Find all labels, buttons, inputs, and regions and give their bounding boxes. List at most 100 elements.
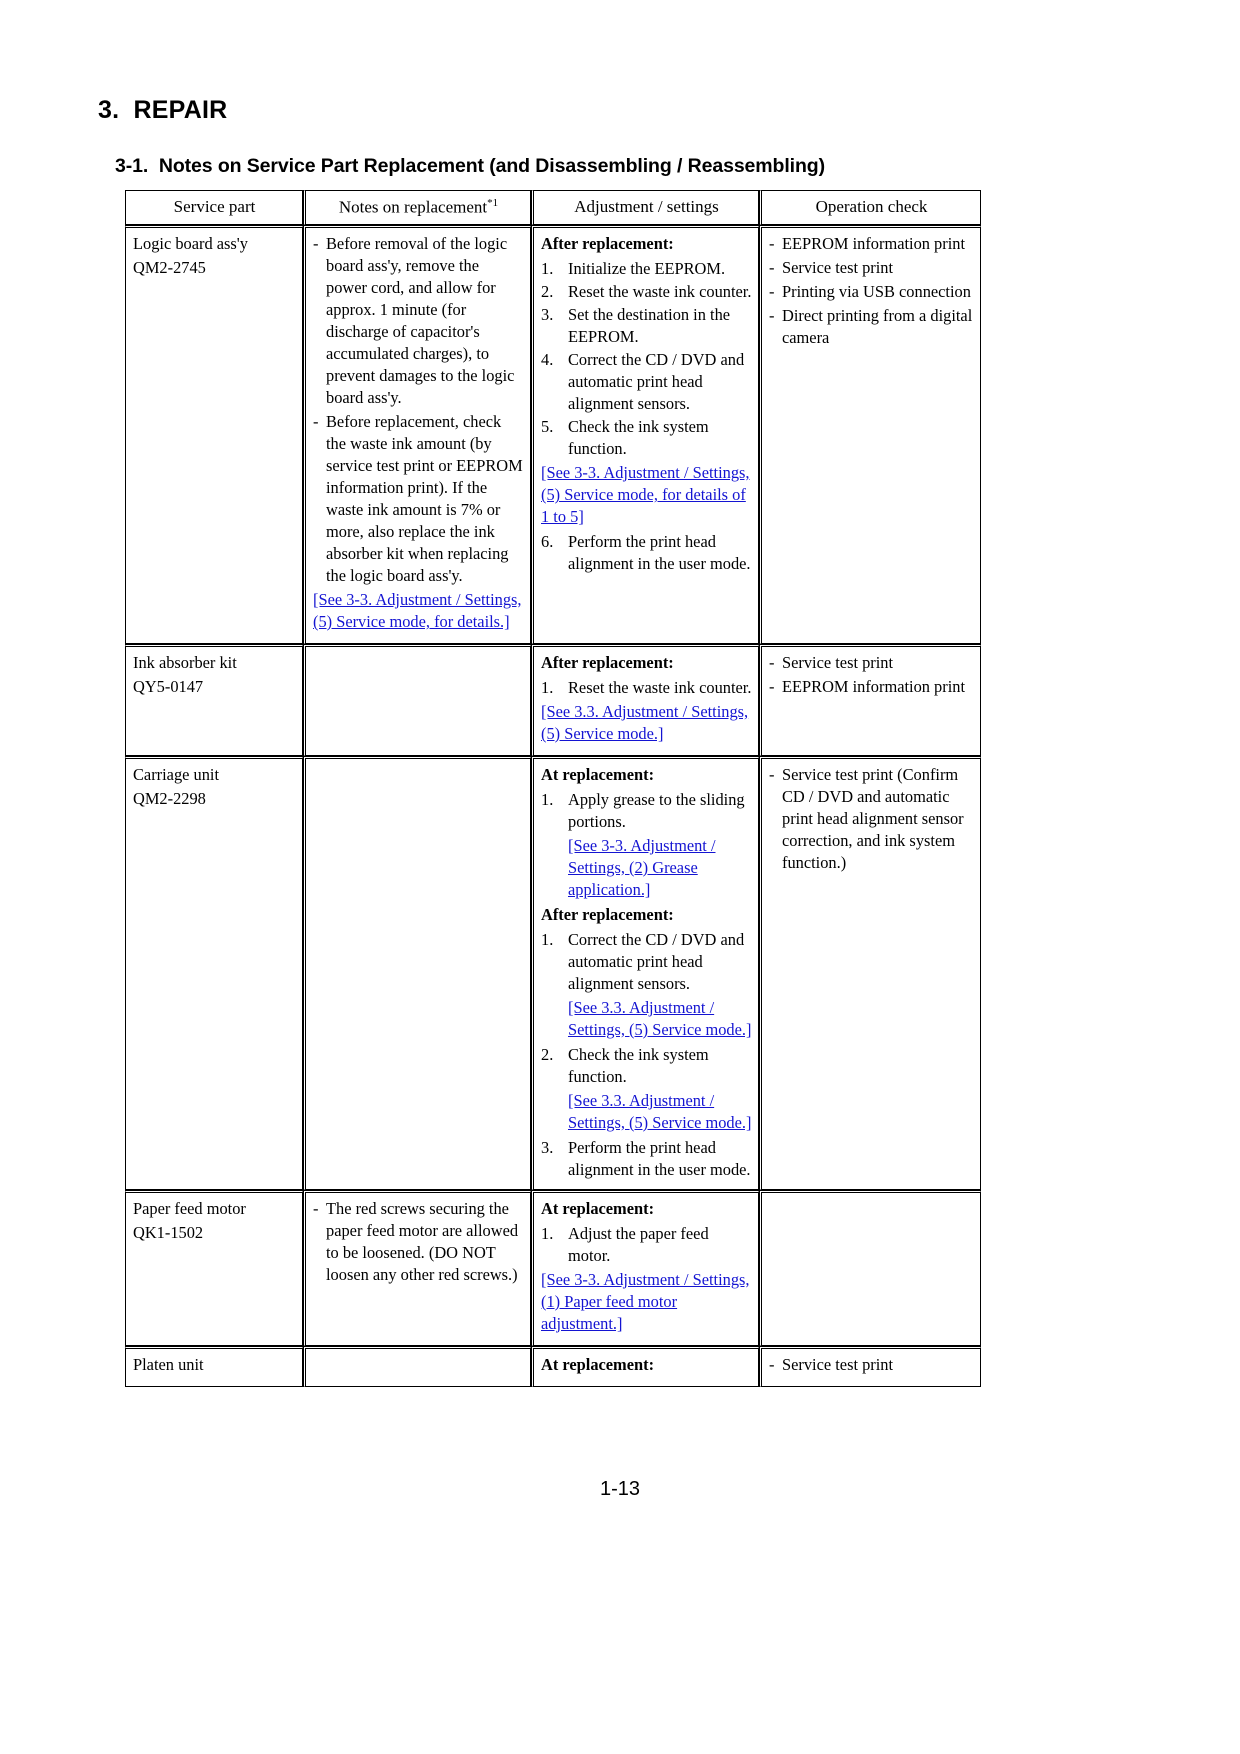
step-number: 2. — [541, 282, 554, 302]
cell-notes: The red screws securing the paper feed m… — [303, 1189, 531, 1346]
part-name: Ink absorber kit — [133, 653, 237, 673]
step-text: Apply grease to the sliding portions. — [568, 790, 745, 832]
note-item: Before replacement, check the waste ink … — [313, 411, 524, 587]
cross-reference-link[interactable]: [See 3-3. Adjustment / Settings, (5) Ser… — [313, 589, 524, 633]
cell-operation: Service test print — [759, 1345, 981, 1387]
adjustment-step: 6. Perform the print head alignment in th… — [541, 531, 752, 575]
cell-notes — [303, 644, 531, 757]
service-part-table: Service part Notes on replacement*1 Adju… — [125, 190, 981, 1387]
cell-adjustment: At replacement: 1. Adjust the paper feed … — [531, 1189, 759, 1346]
column-header-operation: Operation check — [759, 190, 981, 226]
operation-list: Service test print — [769, 1354, 974, 1376]
adjustment-step: 2. Reset the waste ink counter. — [541, 281, 752, 303]
section-title: REPAIR — [133, 96, 228, 124]
cell-service-part: Platen unit — [125, 1345, 303, 1387]
after-replacement-label: After replacement: — [541, 904, 674, 924]
cell-operation: Service test print (Confirm CD / DVD and… — [759, 756, 981, 1190]
operation-item: Service test print — [769, 257, 974, 279]
subsection-heading: 3-1. Notes on Service Part Replacement (… — [115, 155, 826, 177]
at-replacement-label: At replacement: — [541, 1354, 655, 1374]
part-number: QY5-0147 — [133, 677, 204, 697]
cross-reference-link[interactable]: [See 3.3. Adjustment / Settings, (5) Ser… — [568, 1090, 752, 1134]
document-page: 3. REPAIR 3-1. Notes on Service Part Rep… — [0, 0, 1240, 1754]
step-number: 1. — [541, 678, 554, 698]
cell-notes: Before removal of the logic board ass'y,… — [303, 225, 531, 645]
step-number: 5. — [541, 417, 554, 437]
step-number: 1. — [541, 1223, 554, 1243]
cross-reference-link[interactable]: [See 3-3. Adjustment / Settings, (2) Gre… — [568, 835, 752, 901]
cross-reference-link[interactable]: [See 3.3. Adjustment / Settings, (5) Ser… — [568, 997, 752, 1041]
operation-item: Direct printing from a digital camera — [769, 305, 974, 349]
column-header-notes-text: Notes on replacement — [338, 197, 488, 217]
notes-list: The red screws securing the paper feed m… — [313, 1198, 524, 1286]
operation-item: Service test print — [769, 652, 974, 674]
at-replacement-label: At replacement: — [541, 765, 655, 785]
operation-item: EEPROM information print — [769, 233, 974, 255]
cell-service-part: Paper feed motor QK1-1502 — [125, 1189, 303, 1346]
part-name: Paper feed motor — [133, 1198, 246, 1218]
step-text: Correct the CD / DVD and automatic print… — [568, 350, 745, 414]
step-number: 3. — [541, 1137, 554, 1157]
step-number: 6. — [541, 532, 554, 552]
service-part-table-wrapper: Service part Notes on replacement*1 Adju… — [125, 190, 981, 1387]
step-text: Reset the waste ink counter. — [568, 282, 752, 302]
adjustment-step-list: 1. Reset the waste ink counter. — [541, 677, 752, 699]
adjustment-label: After replacement: — [541, 234, 674, 254]
cross-reference-link[interactable]: [See 3-3. Adjustment / Settings, (5) Ser… — [541, 462, 752, 528]
operation-item: Printing via USB connection — [769, 281, 974, 303]
at-replacement-step-list: 1. Adjust the paper feed motor. — [541, 1223, 752, 1267]
step-text: Perform the print head alignment in the … — [568, 1137, 751, 1179]
adjustment-step: 3. Set the destination in the EEPROM. — [541, 304, 752, 348]
step-text: Initialize the EEPROM. — [568, 259, 726, 279]
page-title: 3. REPAIR — [98, 96, 227, 125]
cell-notes — [303, 1345, 531, 1387]
adjustment-step-list: 1. Initialize the EEPROM. 2. Reset the was… — [541, 258, 752, 460]
adjustment-step: 3. Perform the print head alignment in th… — [541, 1137, 752, 1181]
adjustment-step: 1. Correct the CD / DVD and automatic pri… — [541, 929, 752, 995]
step-text: Reset the waste ink counter. — [568, 678, 752, 698]
adjustment-step: 1. Reset the waste ink counter. — [541, 677, 752, 699]
cell-adjustment: At replacement: — [531, 1345, 759, 1387]
cell-service-part: Logic board ass'y QM2-2745 — [125, 225, 303, 645]
part-name: Platen unit — [133, 1354, 204, 1374]
part-name: Carriage unit — [133, 765, 220, 785]
at-replacement-step-list: 1. Apply grease to the sliding portions. — [541, 789, 752, 833]
section-number: 3. — [98, 96, 120, 124]
cell-operation: Service test print EEPROM information pr… — [759, 644, 981, 757]
cross-reference-link[interactable]: [See 3.3. Adjustment / Settings, (5) Ser… — [541, 701, 752, 745]
table-row: Logic board ass'y QM2-2745 Before remova… — [125, 225, 981, 645]
cell-operation: EEPROM information print Service test pr… — [759, 225, 981, 645]
column-header-notes: Notes on replacement*1 — [303, 190, 531, 226]
operation-item: EEPROM information print — [769, 676, 974, 698]
page-number-footer: 1-13 — [599, 1478, 641, 1500]
adjustment-step: 5. Check the ink system function. — [541, 416, 752, 460]
cell-service-part: Carriage unit QM2-2298 — [125, 756, 303, 1190]
notes-list: Before removal of the logic board ass'y,… — [313, 233, 524, 587]
adjustment-step: 1. Apply grease to the sliding portions. — [541, 789, 752, 833]
adjustment-step: 2. Check the ink system function. — [541, 1044, 752, 1088]
cross-reference-link[interactable]: [See 3-3. Adjustment / Settings, (1) Pap… — [541, 1269, 752, 1335]
step-number: 4. — [541, 350, 554, 370]
after-replacement-step-list: 3. Perform the print head alignment in th… — [541, 1137, 752, 1181]
cell-service-part: Ink absorber kit QY5-0147 — [125, 644, 303, 757]
cell-operation — [759, 1189, 981, 1346]
step-number: 1. — [541, 929, 554, 949]
step-text: Adjust the paper feed motor. — [568, 1223, 709, 1265]
step-number: 2. — [541, 1044, 554, 1064]
step-text: Correct the CD / DVD and automatic print… — [568, 929, 745, 993]
operation-item: Service test print (Confirm CD / DVD and… — [769, 764, 974, 874]
step-number: 1. — [541, 259, 554, 279]
after-replacement-step-list: 2. Check the ink system function. — [541, 1044, 752, 1088]
at-replacement-label: At replacement: — [541, 1198, 655, 1218]
table-row: Paper feed motor QK1-1502 The red screws… — [125, 1189, 981, 1346]
note-item: Before removal of the logic board ass'y,… — [313, 233, 524, 409]
step-number: 1. — [541, 790, 554, 810]
table-row: Ink absorber kit QY5-0147 After replacem… — [125, 644, 981, 757]
table-header-row: Service part Notes on replacement*1 Adju… — [125, 190, 981, 226]
part-name: Logic board ass'y — [133, 234, 248, 254]
cell-adjustment: After replacement: 1. Initialize the EEPR… — [531, 225, 759, 645]
table-row: Platen unit At replacement: Service test… — [125, 1345, 981, 1387]
part-number: QM2-2298 — [133, 789, 206, 809]
column-header-adjustment: Adjustment / settings — [531, 190, 759, 226]
adjustment-step: 1. Adjust the paper feed motor. — [541, 1223, 752, 1267]
